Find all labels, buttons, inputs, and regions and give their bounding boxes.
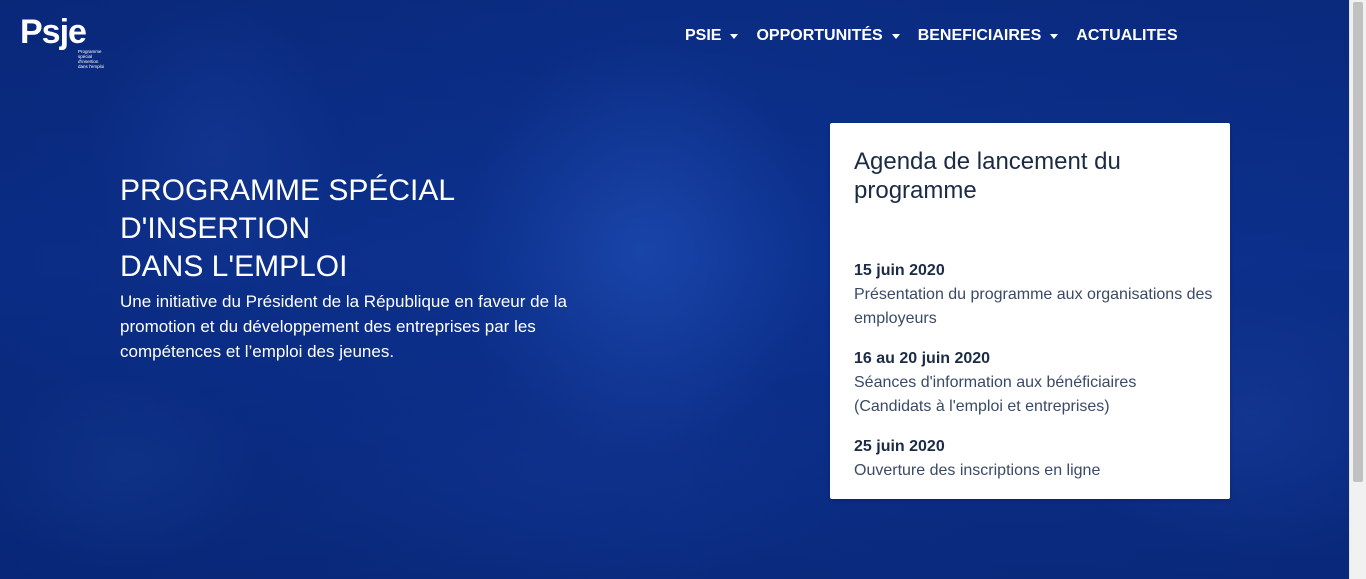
nav-item-psie[interactable]: PSIE — [676, 27, 747, 45]
nav-item-opportunites[interactable]: OPPORTUNITÉS — [747, 27, 908, 45]
agenda-item-date: 25 juin 2020 — [854, 438, 945, 455]
caret-down-icon — [891, 33, 900, 39]
nav-item-beneficiaires[interactable]: BENEFICIAIRES — [909, 27, 1068, 45]
page: Psje Programme spécial d'insertion dans … — [0, 0, 1366, 579]
agenda-list: 15 juin 2020 Présentation du programme a… — [854, 259, 1214, 499]
hero-title: PROGRAMME SPÉCIAL D'INSERTION DANS L'EMP… — [120, 172, 600, 286]
psie-logo[interactable]: Psje Programme spécial d'insertion dans … — [20, 12, 110, 69]
hero-description: Une initiative du Président de la Républ… — [120, 292, 568, 361]
agenda-card: Agenda de lancement du programme 15 juin… — [830, 123, 1230, 499]
nav-item-label: OPPORTUNITÉS — [756, 27, 883, 44]
agenda-item: 25 juin 2020 Ouverture des inscriptions … — [854, 435, 1214, 483]
agenda-item-text: Ouverture des inscriptions en ligne — [854, 462, 1101, 479]
nav-item-label: BENEFICIAIRES — [917, 27, 1042, 44]
scrollbar-thumb[interactable] — [1353, 2, 1363, 482]
agenda-item-date: 16 au 20 juin 2020 — [854, 350, 991, 367]
hero-title-line: D'INSERTION — [120, 212, 311, 245]
agenda-item-text: Séances d'information aux bénéficiaires … — [854, 374, 1137, 415]
logo-text: Psje — [20, 13, 87, 51]
nav-item-label: PSIE — [685, 27, 722, 44]
agenda-item-text: Présentation du programme aux organisati… — [854, 286, 1213, 327]
nav-item-actualites[interactable]: ACTUALITES — [1067, 27, 1186, 45]
agenda-item: 15 juin 2020 Présentation du programme a… — [854, 259, 1214, 331]
caret-down-icon — [730, 33, 739, 39]
hero-title-line: PROGRAMME SPÉCIAL — [120, 174, 456, 207]
vertical-scrollbar[interactable] — [1349, 0, 1366, 579]
logo-subtitle: Programme spécial d'insertion dans l'emp… — [78, 49, 114, 69]
caret-down-icon — [1050, 33, 1059, 39]
agenda-item: 16 au 20 juin 2020 Séances d'information… — [854, 347, 1214, 419]
nav-item-label: ACTUALITES — [1076, 27, 1178, 44]
agenda-title: Agenda de lancement du programme — [854, 148, 1121, 204]
logo-subtitle-line: dans l'emploi — [78, 64, 105, 69]
agenda-item-date: 15 juin 2020 — [854, 262, 945, 279]
main-nav: PSIE OPPORTUNITÉS BENEFICIAIRES ACTUALIT… — [676, 24, 1187, 48]
hero-title-line: DANS L'EMPLOI — [120, 250, 348, 283]
